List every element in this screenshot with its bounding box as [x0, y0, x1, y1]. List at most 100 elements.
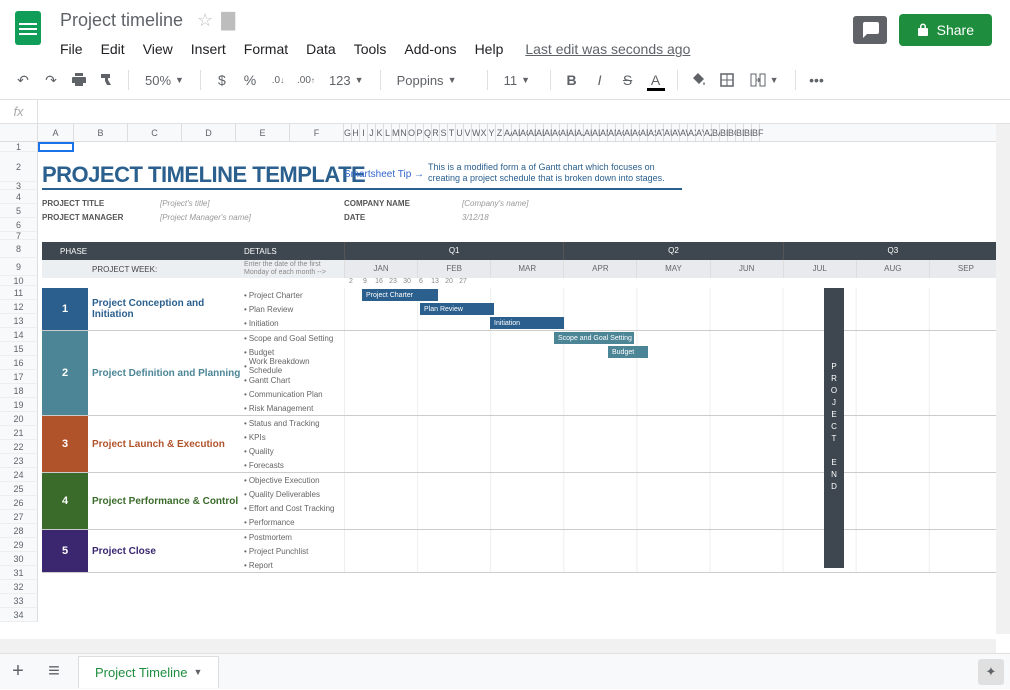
- row-header[interactable]: 14: [0, 328, 38, 342]
- col-header[interactable]: AW: [680, 124, 688, 141]
- col-header[interactable]: AQ: [632, 124, 640, 141]
- print-button[interactable]: [66, 67, 92, 93]
- col-header[interactable]: BC: [728, 124, 736, 141]
- col-header[interactable]: AU: [664, 124, 672, 141]
- star-icon[interactable]: ☆: [197, 10, 213, 31]
- row-header[interactable]: 11: [0, 286, 38, 300]
- row-header[interactable]: 17: [0, 370, 38, 384]
- increase-decimal-button[interactable]: .00↑: [293, 67, 319, 93]
- row-header[interactable]: 29: [0, 538, 38, 552]
- borders-button[interactable]: [714, 67, 740, 93]
- col-header[interactable]: M: [392, 124, 400, 141]
- task-detail[interactable]: Scope and Goal Setting: [244, 331, 344, 345]
- col-header[interactable]: AL: [592, 124, 600, 141]
- task-detail[interactable]: Project Charter: [244, 288, 344, 302]
- row-header[interactable]: 30: [0, 552, 38, 566]
- task-detail[interactable]: Gantt Chart: [244, 373, 344, 387]
- more-toolbar-button[interactable]: •••: [804, 67, 830, 93]
- select-all-corner[interactable]: [0, 124, 38, 141]
- col-header[interactable]: AA: [504, 124, 512, 141]
- row-header[interactable]: 1: [0, 142, 38, 152]
- row-header[interactable]: 28: [0, 524, 38, 538]
- row-header[interactable]: 4: [0, 190, 38, 204]
- task-detail[interactable]: Risk Management: [244, 401, 344, 415]
- task-detail[interactable]: Quality: [244, 444, 344, 458]
- vertical-scrollbar[interactable]: [996, 124, 1010, 634]
- font-dropdown[interactable]: Poppins▼: [389, 67, 479, 93]
- col-header[interactable]: AX: [688, 124, 696, 141]
- gantt-bar[interactable]: Project Charter: [362, 289, 438, 301]
- col-header[interactable]: AJ: [576, 124, 584, 141]
- task-detail[interactable]: Postmortem: [244, 530, 344, 544]
- col-header[interactable]: AH: [560, 124, 568, 141]
- row-header[interactable]: 19: [0, 398, 38, 412]
- row-header[interactable]: 7: [0, 232, 38, 240]
- font-size-dropdown[interactable]: 11▼: [496, 67, 542, 93]
- decrease-decimal-button[interactable]: .0↓: [265, 67, 291, 93]
- col-header[interactable]: AS: [648, 124, 656, 141]
- row-header[interactable]: 31: [0, 566, 38, 580]
- row-header[interactable]: 12: [0, 300, 38, 314]
- formula-input[interactable]: [38, 100, 1010, 123]
- text-color-button[interactable]: A: [643, 67, 669, 93]
- menu-view[interactable]: View: [135, 37, 181, 61]
- row-header[interactable]: 3: [0, 182, 38, 190]
- col-header[interactable]: Q: [424, 124, 432, 141]
- italic-button[interactable]: I: [587, 67, 613, 93]
- col-header[interactable]: AR: [640, 124, 648, 141]
- col-header[interactable]: R: [432, 124, 440, 141]
- col-header[interactable]: AP: [624, 124, 632, 141]
- col-header[interactable]: I: [360, 124, 368, 141]
- col-header[interactable]: X: [480, 124, 488, 141]
- explore-button[interactable]: ✦: [978, 659, 1004, 685]
- menu-tools[interactable]: Tools: [346, 37, 395, 61]
- row-header[interactable]: 2: [0, 152, 38, 182]
- row-header[interactable]: 22: [0, 440, 38, 454]
- task-detail[interactable]: Plan Review: [244, 302, 344, 316]
- col-header[interactable]: AN: [608, 124, 616, 141]
- col-header[interactable]: Y: [488, 124, 496, 141]
- percent-button[interactable]: %: [237, 67, 263, 93]
- col-header[interactable]: T: [448, 124, 456, 141]
- number-format-dropdown[interactable]: 123▼: [321, 67, 372, 93]
- task-detail[interactable]: Effort and Cost Tracking: [244, 501, 344, 515]
- col-header[interactable]: B: [74, 124, 128, 141]
- col-header[interactable]: BD: [736, 124, 744, 141]
- row-header[interactable]: 15: [0, 342, 38, 356]
- gantt-bar[interactable]: Initiation: [490, 317, 564, 329]
- col-header[interactable]: AE: [536, 124, 544, 141]
- sheet-tab[interactable]: Project Timeline ▼: [78, 656, 219, 688]
- col-header[interactable]: U: [456, 124, 464, 141]
- menu-insert[interactable]: Insert: [183, 37, 234, 61]
- meta-value[interactable]: 3/12/18: [462, 213, 489, 222]
- task-detail[interactable]: Objective Execution: [244, 473, 344, 487]
- gantt-bar[interactable]: Plan Review: [420, 303, 494, 315]
- row-header[interactable]: 8: [0, 240, 38, 258]
- undo-button[interactable]: ↶: [10, 67, 36, 93]
- col-header[interactable]: A: [38, 124, 74, 141]
- menu-add-ons[interactable]: Add-ons: [396, 37, 464, 61]
- row-header[interactable]: 18: [0, 384, 38, 398]
- menu-edit[interactable]: Edit: [93, 37, 133, 61]
- col-header[interactable]: P: [416, 124, 424, 141]
- row-header[interactable]: 21: [0, 426, 38, 440]
- col-header[interactable]: AO: [616, 124, 624, 141]
- row-header[interactable]: 13: [0, 314, 38, 328]
- redo-button[interactable]: ↷: [38, 67, 64, 93]
- row-header[interactable]: 27: [0, 510, 38, 524]
- all-sheets-button[interactable]: ≡: [36, 654, 72, 690]
- add-sheet-button[interactable]: +: [0, 654, 36, 690]
- task-detail[interactable]: KPIs: [244, 430, 344, 444]
- last-edit-link[interactable]: Last edit was seconds ago: [525, 41, 690, 57]
- menu-help[interactable]: Help: [467, 37, 512, 61]
- task-detail[interactable]: Communication Plan: [244, 387, 344, 401]
- row-header[interactable]: 26: [0, 496, 38, 510]
- col-header[interactable]: G: [344, 124, 352, 141]
- row-header[interactable]: 24: [0, 468, 38, 482]
- task-detail[interactable]: Work Breakdown Schedule: [244, 359, 344, 373]
- col-header[interactable]: AZ: [704, 124, 712, 141]
- fill-color-button[interactable]: [686, 67, 712, 93]
- col-header[interactable]: AM: [600, 124, 608, 141]
- col-header[interactable]: K: [376, 124, 384, 141]
- task-detail[interactable]: Report: [244, 558, 344, 572]
